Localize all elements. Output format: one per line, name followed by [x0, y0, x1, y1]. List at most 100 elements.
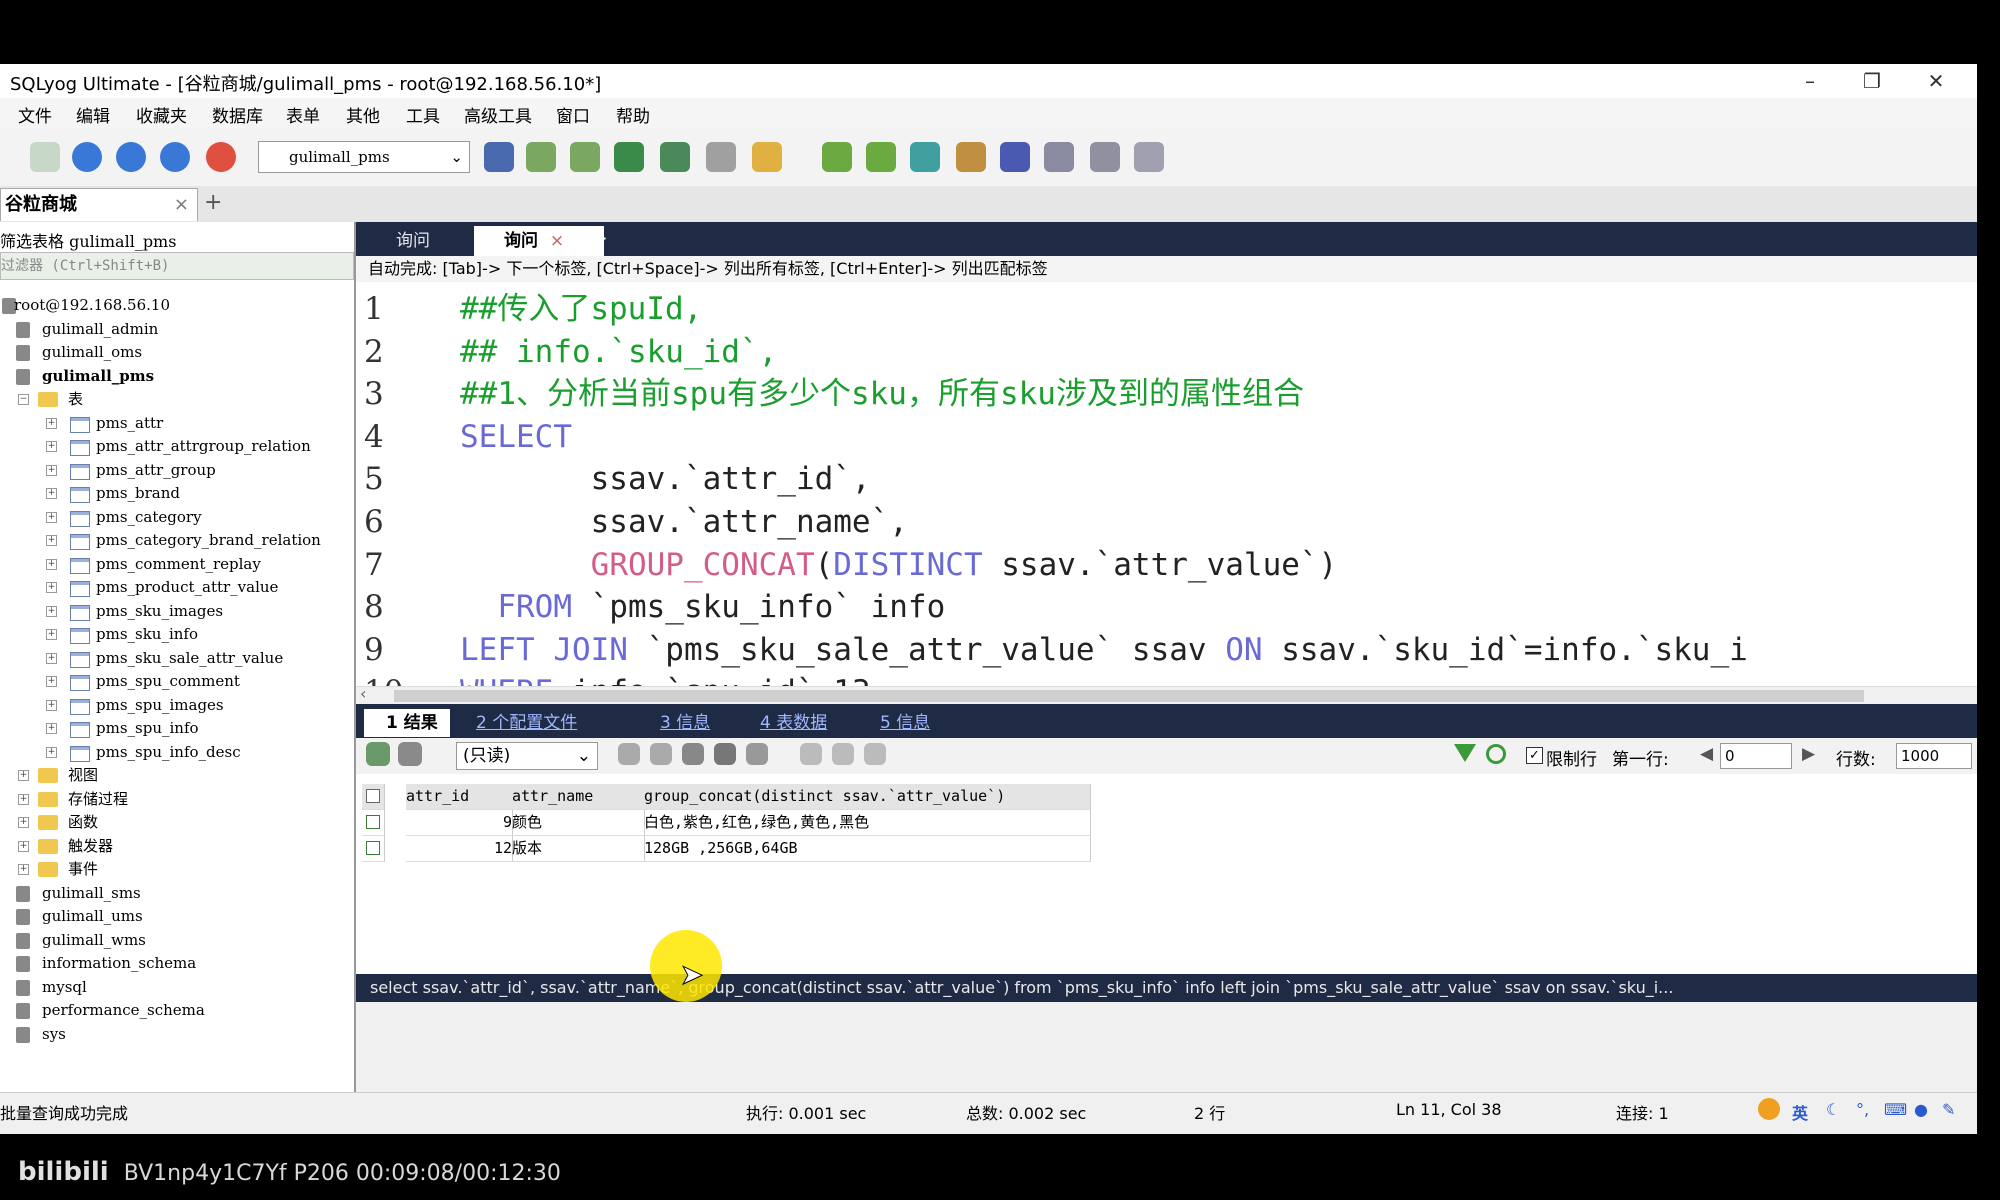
save-icon[interactable] [682, 743, 704, 765]
options-icon[interactable] [1134, 142, 1164, 172]
grid-cell[interactable]: 12 [406, 836, 513, 862]
expand-icon[interactable]: + [46, 511, 57, 523]
expand-icon[interactable]: + [46, 676, 57, 687]
form-mode-icon[interactable] [832, 743, 854, 765]
insert-row-icon[interactable] [618, 743, 640, 765]
expand-icon[interactable]: + [46, 723, 57, 734]
grid-cell[interactable]: 版本 [512, 836, 645, 862]
next-page-icon[interactable]: ▶ [1802, 744, 1815, 764]
menu-window[interactable]: 窗口 [556, 102, 590, 127]
menu-other[interactable]: 其他 [346, 102, 380, 127]
column-header[interactable]: attr_id [406, 784, 513, 810]
close-icon[interactable]: × [174, 189, 189, 221]
cancel-icon[interactable] [746, 743, 768, 765]
scrollbar-thumb[interactable] [394, 690, 1864, 702]
expand-icon[interactable]: + [46, 464, 57, 476]
ime-language[interactable]: 英 [1792, 1100, 1808, 1124]
expand-icon[interactable]: + [46, 558, 57, 570]
add-connection-icon[interactable]: + [204, 190, 222, 215]
tab-table-data[interactable]: 4 表数据 [760, 709, 827, 737]
minimize-button[interactable]: – [1780, 64, 1840, 98]
grid-cell[interactable]: 白色,紫色,红色,绿色,黄色,黑色 [644, 810, 1091, 836]
grid-cell[interactable]: 128GB ,256GB,64GB [644, 836, 1091, 862]
column-header[interactable]: group_concat(distinct ssav.`attr_value`) [644, 784, 1091, 810]
schema-designer-icon[interactable] [752, 142, 782, 172]
ime-logo-icon[interactable] [1758, 1098, 1780, 1120]
menu-table[interactable]: 表单 [286, 102, 320, 127]
column-header[interactable]: attr_name [512, 784, 645, 810]
refresh-icon[interactable] [206, 142, 236, 172]
limit-rows-checkbox[interactable]: ✓ [1526, 747, 1543, 764]
editor-horizontal-scrollbar[interactable]: ‹ [356, 684, 1977, 705]
menu-edit[interactable]: 编辑 [76, 102, 110, 127]
database-select[interactable]: gulimall_pms ⌄ [258, 141, 470, 173]
tab-result[interactable]: 1 结果 [364, 709, 450, 737]
tab-profile[interactable]: 2 个配置文件 [476, 709, 577, 737]
expand-icon[interactable]: + [46, 605, 57, 617]
expand-icon[interactable]: + [18, 840, 29, 852]
expand-icon[interactable]: + [46, 746, 57, 758]
duplicate-row-icon[interactable] [650, 743, 672, 765]
punctuation-icon[interactable]: °, [1856, 1100, 1869, 1119]
moon-icon[interactable]: ☾ [1826, 1100, 1840, 1119]
sql-editor[interactable]: 1 ##传入了spuId, 2 ## info.`sku_id`, 3 ##1、分析当前s… [356, 282, 1977, 686]
expand-icon[interactable]: + [46, 629, 57, 640]
connection-tab[interactable]: 谷粒商城 × [0, 188, 198, 221]
previous-page-icon[interactable]: ◀ [1700, 744, 1713, 764]
tab-messages[interactable]: 3 信息 [660, 709, 710, 737]
expand-icon[interactable]: + [18, 864, 29, 875]
data-sync-icon[interactable] [910, 142, 940, 172]
menu-favorites[interactable]: 收藏夹 [136, 102, 187, 127]
export-icon[interactable] [866, 142, 896, 172]
execute-all-icon[interactable] [116, 142, 146, 172]
menu-database[interactable]: 数据库 [212, 102, 263, 127]
restore-button[interactable]: ❐ [1842, 64, 1902, 98]
notifications-icon[interactable] [1000, 142, 1030, 172]
expand-icon[interactable]: + [46, 488, 57, 499]
keyboard-icon[interactable]: ⌨ [1884, 1100, 1907, 1119]
first-row-input[interactable]: 0 [1720, 743, 1792, 769]
close-icon[interactable]: × [550, 231, 564, 251]
expand-icon[interactable]: + [18, 817, 29, 828]
create-database-icon[interactable] [526, 142, 556, 172]
refresh-results-icon[interactable] [1486, 744, 1506, 764]
grid-mode-icon[interactable] [800, 743, 822, 765]
create-table-icon[interactable] [570, 142, 600, 172]
menu-advanced-tools[interactable]: 高级工具 [464, 102, 532, 127]
tab-info[interactable]: 5 信息 [880, 709, 930, 737]
report-icon[interactable] [1090, 142, 1120, 172]
expand-icon[interactable]: + [46, 441, 57, 452]
rows-input[interactable]: 1000 [1896, 743, 1972, 769]
add-query-tab-icon[interactable]: + [588, 224, 608, 252]
expand-icon[interactable]: + [18, 793, 29, 805]
expand-icon[interactable]: + [46, 699, 57, 711]
filter-icon[interactable] [1454, 744, 1476, 762]
import-icon[interactable] [822, 142, 852, 172]
grid-cell[interactable]: 9 [406, 810, 513, 836]
preview-icon[interactable] [1044, 142, 1074, 172]
close-button[interactable]: ✕ [1906, 64, 1966, 98]
collapse-icon[interactable]: − [18, 394, 29, 405]
row-checkbox[interactable] [362, 810, 385, 836]
grid-cell[interactable]: 颜色 [512, 810, 645, 836]
expand-icon[interactable]: + [46, 535, 57, 546]
wrench-icon[interactable]: ✎ [1942, 1100, 1955, 1119]
expand-icon[interactable]: + [46, 582, 57, 593]
select-all-checkbox[interactable] [362, 784, 385, 810]
expand-icon[interactable]: + [18, 770, 29, 781]
menu-tools[interactable]: 工具 [406, 102, 440, 127]
delete-icon[interactable] [714, 743, 736, 765]
scroll-left-icon[interactable]: ‹ [360, 684, 366, 703]
query-builder-icon[interactable] [706, 142, 736, 172]
export-results-icon[interactable] [398, 742, 422, 766]
backup-icon[interactable] [614, 142, 644, 172]
filter-input[interactable]: 过滤器 (Ctrl+Shift+B) [0, 252, 354, 280]
execute-icon[interactable] [72, 142, 102, 172]
menu-file[interactable]: 文件 [18, 102, 52, 127]
schema-sync-icon[interactable] [660, 142, 690, 172]
job-agent-icon[interactable] [956, 142, 986, 172]
menu-help[interactable]: 帮助 [616, 102, 650, 127]
grid-view-icon[interactable] [366, 742, 390, 766]
new-connection-icon[interactable] [30, 142, 60, 172]
tab-query-2[interactable]: 询问 × [474, 226, 604, 256]
